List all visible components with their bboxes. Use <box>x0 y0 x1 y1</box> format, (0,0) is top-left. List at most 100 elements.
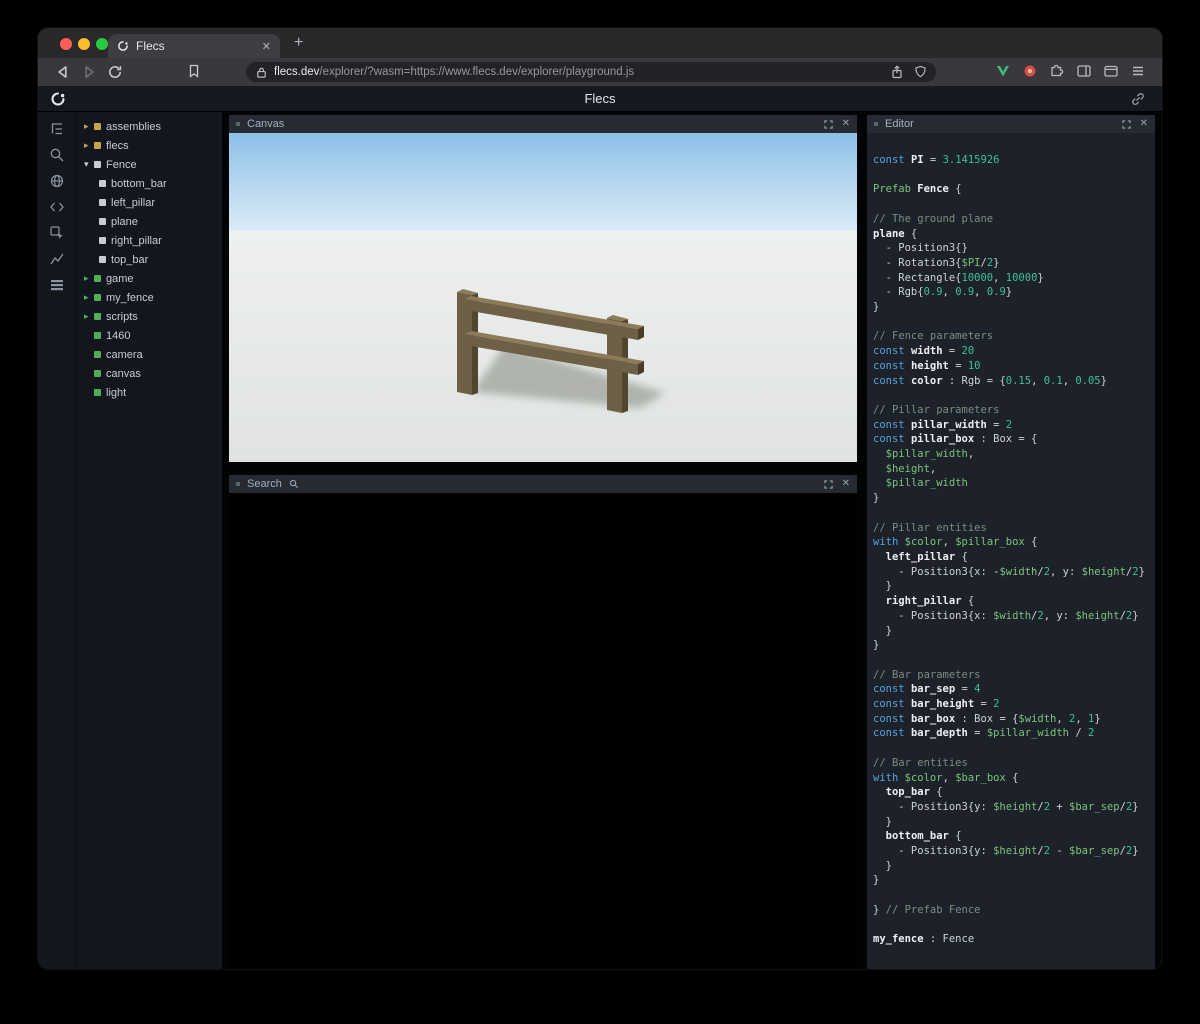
back-button[interactable] <box>54 63 72 81</box>
code-line: right_pillar { <box>873 594 1155 609</box>
code-line: const bar_depth = $pillar_width / 2 <box>873 726 1155 741</box>
code-line: const PI = 3.1415926 <box>873 153 1155 168</box>
panel-drag-dot[interactable] <box>874 122 878 126</box>
editor-expand-button[interactable] <box>1122 120 1131 129</box>
expand-arrow-icon[interactable]: ▸ <box>84 292 94 303</box>
puzzle-icon <box>1049 63 1065 79</box>
tree-item-left_pillar[interactable]: left_pillar <box>76 193 222 212</box>
code-line <box>873 888 1155 903</box>
tree-item-camera[interactable]: camera <box>76 345 222 364</box>
search-expand-button[interactable] <box>824 480 833 489</box>
tree-item-game[interactable]: ▸ game <box>76 269 222 288</box>
expand-arrow-icon[interactable]: ▸ <box>84 140 94 151</box>
entity-color-dot <box>99 237 106 244</box>
tree-item-label: scripts <box>106 311 138 323</box>
code-line: const bar_box : Box = {$width, 2, 1} <box>873 712 1155 727</box>
close-window-button[interactable] <box>60 38 72 50</box>
address-bar[interactable]: flecs.dev/explorer/?wasm=https://www.fle… <box>246 62 936 82</box>
forward-button[interactable] <box>80 63 98 81</box>
entity-color-dot <box>94 332 101 339</box>
bookmark-icon <box>186 63 202 79</box>
inspector-button[interactable] <box>49 225 65 241</box>
search-icon <box>49 147 65 163</box>
wallet-button[interactable] <box>1103 63 1121 81</box>
code-line: // Bar entities <box>873 756 1155 771</box>
code-line <box>873 506 1155 521</box>
editor-close-button[interactable]: ✕ <box>1140 119 1148 129</box>
share-link-button[interactable] <box>1130 91 1146 107</box>
browser-toolbar: flecs.dev/explorer/?wasm=https://www.fle… <box>38 58 1162 86</box>
code-line <box>873 653 1155 668</box>
tables-button[interactable] <box>49 277 65 293</box>
tree-item-scripts[interactable]: ▸ scripts <box>76 307 222 326</box>
entity-color-dot <box>99 199 106 206</box>
brave-shields-button[interactable] <box>914 65 927 79</box>
canvas-3d-view[interactable] <box>229 133 857 462</box>
sidebar-toggle-button[interactable] <box>1076 63 1094 81</box>
code-line: } <box>873 579 1155 594</box>
tree-item-bottom_bar[interactable]: bottom_bar <box>76 174 222 193</box>
expand-arrow-icon[interactable]: ▾ <box>84 159 94 170</box>
new-tab-button[interactable]: + <box>294 33 303 53</box>
fullscreen-window-button[interactable] <box>96 38 108 50</box>
tree-item-label: game <box>106 273 134 285</box>
code-line: } <box>873 873 1155 888</box>
extension-badge-button[interactable] <box>1022 63 1040 81</box>
tree-item-assemblies[interactable]: ▸ assemblies <box>76 117 222 136</box>
canvas-panel-header[interactable]: Canvas ✕ <box>229 115 857 133</box>
tree-item-light[interactable]: light <box>76 383 222 402</box>
code-line: } <box>873 300 1155 315</box>
inspector-icon <box>49 225 65 241</box>
world-button[interactable] <box>49 173 65 189</box>
code-line <box>873 741 1155 756</box>
reload-button[interactable] <box>106 63 124 81</box>
expand-arrow-icon[interactable]: ▸ <box>84 311 94 322</box>
extensions-button[interactable] <box>1049 63 1067 81</box>
explorer-main: ▸ assemblies ▸flecs▾Fencebottom_bar left_pi… <box>38 112 1162 969</box>
tree-item-right_pillar[interactable]: right_pillar <box>76 231 222 250</box>
tree-item-canvas[interactable]: canvas <box>76 364 222 383</box>
tab-close-icon[interactable]: ✕ <box>262 40 271 53</box>
canvas-expand-button[interactable] <box>824 120 833 129</box>
tree-view-button[interactable] <box>49 121 65 137</box>
code-line: // Bar parameters <box>873 668 1155 683</box>
scripts-button[interactable] <box>49 199 65 215</box>
tree-item-label: assemblies <box>106 121 161 133</box>
code-line: const color : Rgb = {0.15, 0.1, 0.05} <box>873 374 1155 389</box>
tree-item-my_fence[interactable]: ▸my_fence <box>76 288 222 307</box>
code-line: top_bar { <box>873 785 1155 800</box>
editor-code[interactable]: const PI = 3.1415926 Prefab Fence { // T… <box>867 133 1155 969</box>
bookmark-button[interactable] <box>186 63 204 81</box>
browser-tab[interactable]: Flecs ✕ <box>108 34 280 58</box>
tree-item-top_bar[interactable]: top_bar <box>76 250 222 269</box>
panel-drag-dot[interactable] <box>236 122 240 126</box>
code-line: - Position3{y: $height/2 - $bar_sep/2} <box>873 844 1155 859</box>
panel-title: Canvas <box>247 118 284 130</box>
panel-title: Search <box>247 478 282 490</box>
search-close-button[interactable]: ✕ <box>842 479 850 489</box>
expand-arrow-icon[interactable]: ▸ <box>84 273 94 284</box>
stats-button[interactable] <box>49 251 65 267</box>
code-line: } <box>873 815 1155 830</box>
minimize-window-button[interactable] <box>78 38 90 50</box>
browser-menu-button[interactable] <box>1130 63 1148 81</box>
query-search-button[interactable] <box>49 147 65 163</box>
code-line: const bar_height = 2 <box>873 697 1155 712</box>
share-button[interactable] <box>890 65 904 79</box>
editor-panel-header[interactable]: Editor ✕ <box>867 115 1155 133</box>
vue-devtools-extension-button[interactable] <box>995 63 1013 81</box>
tree-item-Fence[interactable]: ▾Fence <box>76 155 222 174</box>
expand-arrow-icon[interactable]: ▸ <box>84 121 94 132</box>
tree-item-plane[interactable]: plane <box>76 212 222 231</box>
code-line <box>873 315 1155 330</box>
panel-drag-dot[interactable] <box>236 482 240 486</box>
entity-color-dot <box>94 142 101 149</box>
tab-strip: Flecs ✕ + <box>38 28 1162 58</box>
tree-item-label: left_pillar <box>111 197 155 209</box>
code-line: const pillar_width = 2 <box>873 418 1155 433</box>
search-panel-header[interactable]: Search ✕ <box>229 475 857 493</box>
tree-item-1460[interactable]: 1460 <box>76 326 222 345</box>
panel-title: Editor <box>885 118 914 130</box>
tree-item-flecs[interactable]: ▸flecs <box>76 136 222 155</box>
canvas-close-button[interactable]: ✕ <box>842 119 850 129</box>
